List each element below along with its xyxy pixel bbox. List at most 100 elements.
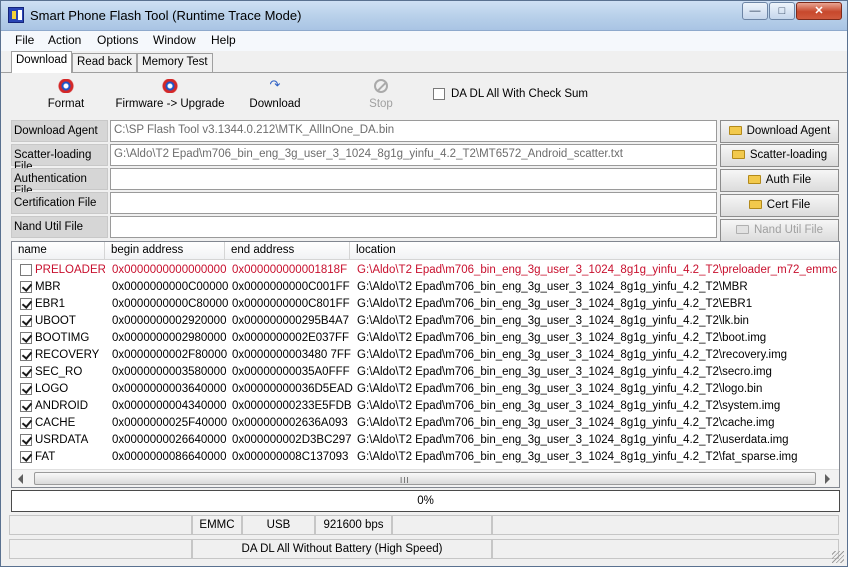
status-bar-bottom: DA DL All Without Battery (High Speed) [9, 539, 839, 559]
header-begin-address[interactable]: begin address [105, 242, 225, 260]
scrollbar-thumb[interactable]: III [34, 472, 816, 485]
partition-table: name begin address end address location … [11, 241, 840, 488]
scatter-loading-button-label: Scatter-loading [749, 149, 828, 161]
status-empty-2 [392, 515, 492, 535]
row-checkbox[interactable] [20, 383, 32, 395]
header-end-address[interactable]: end address [225, 242, 350, 260]
row-checkbox[interactable] [20, 451, 32, 463]
stop-icon [374, 79, 388, 93]
status-mode: DA DL All Without Battery (High Speed) [192, 539, 492, 559]
table-row[interactable]: UBOOT 0x0000000002920000 0x000000000295B4A… [12, 313, 839, 330]
table-row[interactable]: LOGO 0x0000000003640000 0x00000000036D5EAD… [12, 381, 839, 398]
row-checkbox[interactable] [20, 417, 32, 429]
minimize-button[interactable]: — [742, 2, 768, 20]
window-title: Smart Phone Flash Tool (Runtime Trace Mo… [30, 8, 302, 23]
cell-begin: 0x0000000026640000 [112, 434, 227, 446]
row-checkbox[interactable] [20, 400, 32, 412]
stop-button[interactable]: Stop [361, 76, 401, 110]
cell-location: G:\Aldo\T2 Epad\m706_bin_eng_3g_user_3_1… [357, 349, 788, 361]
row-checkbox[interactable] [20, 434, 32, 446]
cell-begin: 0x0000000000C00000 [112, 281, 229, 293]
menu-options[interactable]: Options [97, 33, 138, 47]
cell-end: 0x000000008C137093 [232, 451, 349, 463]
table-row[interactable]: ANDROID 0x0000000004340000 0x00000000233E5… [12, 398, 839, 415]
cell-begin: 0x0000000002F80000 [112, 349, 228, 361]
table-row[interactable]: RECOVERY 0x0000000002F80000 0x000000000348… [12, 347, 839, 364]
auth-input[interactable] [110, 168, 717, 190]
table-row[interactable]: PRELOADER 0x0000000000000000 0x00000000000… [12, 262, 839, 279]
download-button[interactable]: ↷ Download [245, 76, 305, 110]
cell-name: FAT [35, 451, 56, 463]
cell-end: 0x0000000000C001FF [232, 281, 350, 293]
cell-name: EBR1 [35, 298, 66, 310]
tab-download[interactable]: Download [11, 51, 73, 73]
cell-name: MBR [35, 281, 61, 293]
auth-file-button[interactable]: Auth File [720, 169, 839, 192]
tab-read-back[interactable]: Read back [72, 53, 137, 72]
table-row[interactable]: EBR1 0x0000000000C80000 0x0000000000C801FF… [12, 296, 839, 313]
nand-label: Nand Util File [11, 216, 108, 238]
status-empty-1 [9, 515, 192, 535]
status-port: USB [242, 515, 315, 535]
table-row[interactable]: CACHE 0x0000000025F40000 0x000000002636A09… [12, 415, 839, 432]
close-button[interactable]: ✕ [796, 2, 842, 20]
download-agent-button[interactable]: Download Agent [720, 120, 839, 143]
cell-begin: 0x0000000002980000 [112, 332, 227, 344]
tab-memory-test[interactable]: Memory Test [137, 53, 213, 72]
tab-strip: Download Read back Memory Test [1, 51, 847, 73]
checksum-checkbox[interactable] [433, 88, 445, 100]
table-row[interactable]: FAT 0x0000000086640000 0x000000008C137093 G… [12, 449, 839, 466]
cert-file-button[interactable]: Cert File [720, 194, 839, 217]
table-row[interactable]: BOOTIMG 0x0000000002980000 0x0000000002E03… [12, 330, 839, 347]
cell-end: 0x0000000000C801FF [232, 298, 350, 310]
table-row[interactable]: SEC_RO 0x0000000003580000 0x00000000035A0F… [12, 364, 839, 381]
table-row[interactable]: USRDATA 0x0000000026640000 0x000000002D3BC… [12, 432, 839, 449]
header-name[interactable]: name [12, 242, 105, 260]
scatter-input[interactable]: G:\Aldo\T2 Epad\m706_bin_eng_3g_user_3_1… [110, 144, 717, 166]
folder-icon [728, 126, 742, 135]
cell-name: ANDROID [35, 400, 89, 412]
table-row[interactable]: MBR 0x0000000000C00000 0x0000000000C001FF G… [12, 279, 839, 296]
cell-name: BOOTIMG [35, 332, 90, 344]
nand-util-button[interactable]: Nand Util File [720, 219, 839, 242]
row-checkbox[interactable] [20, 315, 32, 327]
download-agent-input[interactable]: C:\SP Flash Tool v3.1344.0.212\MTK_AllIn… [110, 120, 717, 142]
row-checkbox[interactable] [20, 298, 32, 310]
scroll-right-icon[interactable] [825, 474, 830, 484]
cell-end: 0x000000002636A093 [232, 417, 348, 429]
menu-help[interactable]: Help [211, 33, 236, 47]
download-label: Download [249, 98, 301, 110]
row-checkbox[interactable] [20, 281, 32, 293]
menu-action[interactable]: Action [48, 33, 81, 47]
status-empty-3 [492, 515, 839, 535]
auth-file-button-label: Auth File [765, 174, 812, 186]
scatter-loading-button[interactable]: Scatter-loading [720, 144, 839, 167]
cell-name: UBOOT [35, 315, 76, 327]
maximize-button[interactable]: □ [769, 2, 795, 20]
header-location[interactable]: location [350, 242, 839, 260]
menu-file[interactable]: File [15, 33, 34, 47]
cell-name: USRDATA [35, 434, 89, 446]
cell-begin: 0x0000000086640000 [112, 451, 227, 463]
cell-end: 0x000000000001818F [232, 264, 348, 276]
horizontal-scrollbar[interactable]: III [12, 469, 839, 487]
menu-window[interactable]: Window [153, 33, 196, 47]
row-checkbox[interactable] [20, 349, 32, 361]
row-checkbox[interactable] [20, 366, 32, 378]
cell-end: 0x000000002D3BC297 [232, 434, 352, 446]
nand-input[interactable] [110, 216, 717, 238]
download-agent-label: Download Agent [11, 120, 108, 142]
cell-location: G:\Aldo\T2 Epad\m706_bin_eng_3g_user_3_1… [357, 400, 781, 412]
row-checkbox[interactable] [20, 332, 32, 344]
format-button[interactable]: Format [41, 76, 91, 110]
cell-end: 0x0000000002E037FF [232, 332, 350, 344]
cell-begin: 0x0000000000000000 [112, 264, 227, 276]
cell-location: G:\Aldo\T2 Epad\m706_bin_eng_3g_user_3_1… [357, 264, 837, 276]
scroll-left-icon[interactable] [18, 474, 23, 484]
resize-grip-icon[interactable] [832, 551, 844, 563]
auth-label: Authentication File [11, 168, 108, 197]
cell-begin: 0x0000000003580000 [112, 366, 227, 378]
cert-input[interactable] [110, 192, 717, 214]
firmware-upgrade-button[interactable]: Firmware -> Upgrade [115, 76, 225, 110]
row-checkbox[interactable] [20, 264, 32, 276]
